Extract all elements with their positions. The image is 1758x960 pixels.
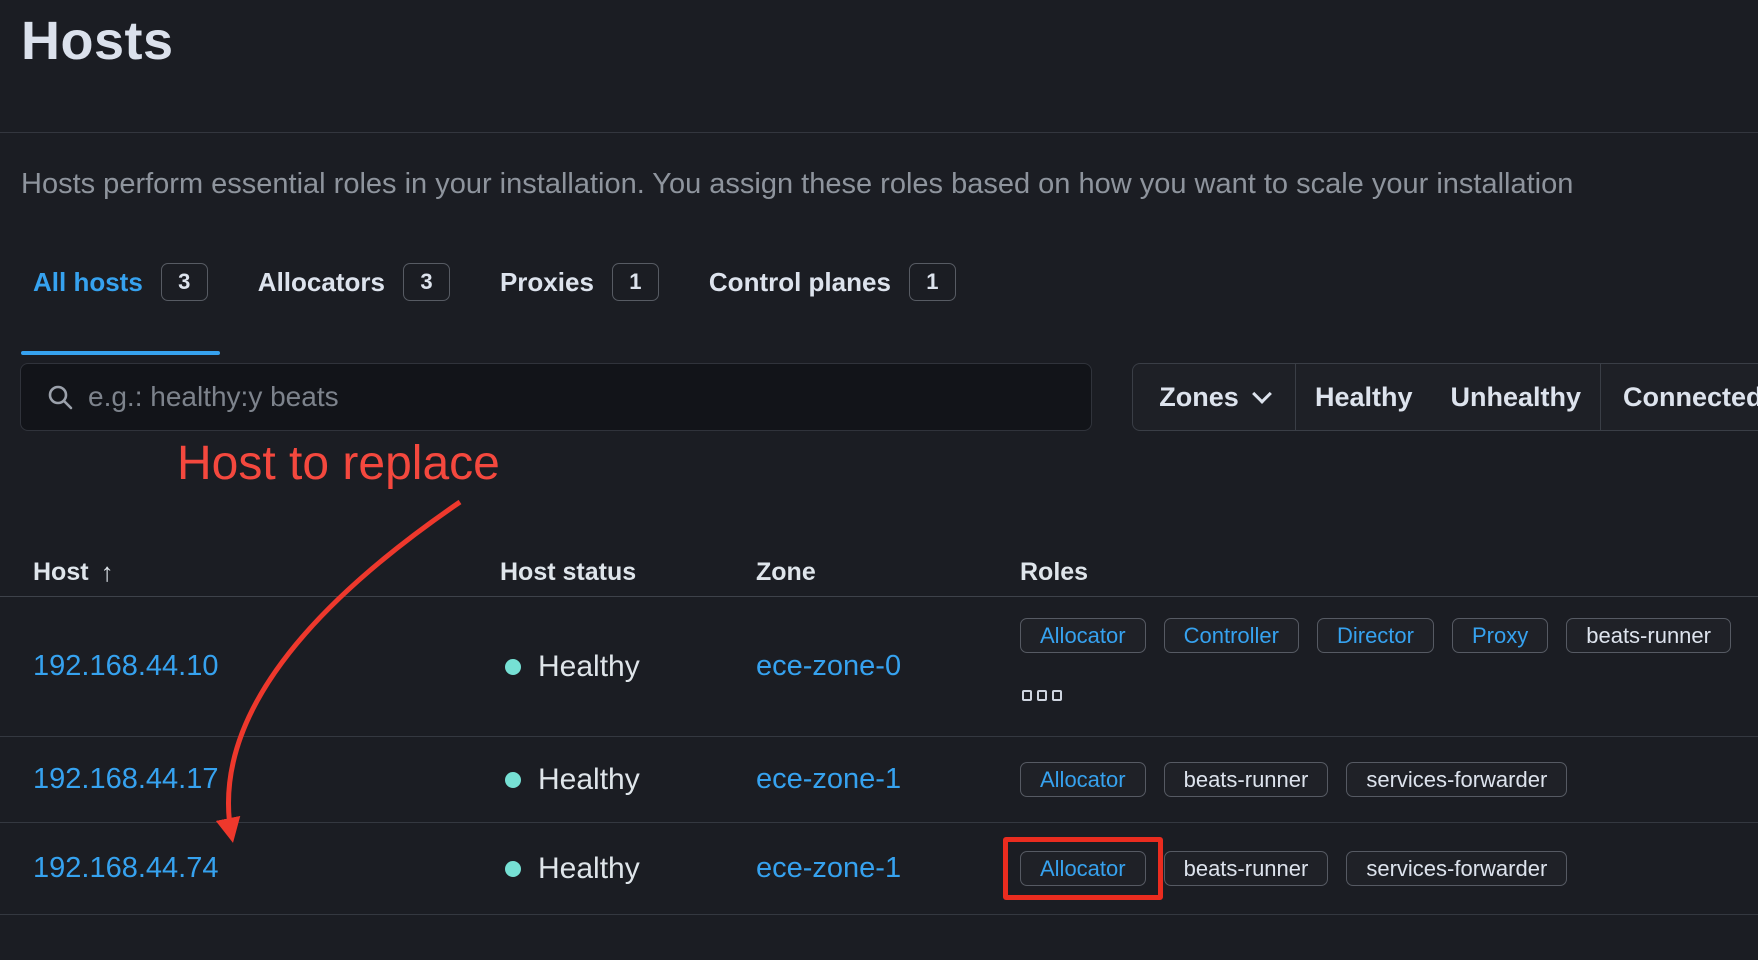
filter-connected-button[interactable]: Connected bbox=[1600, 364, 1758, 430]
active-tab-underline bbox=[21, 351, 220, 355]
table-row: 192.168.44.17 Healthy ece-zone-1 Allocat… bbox=[0, 737, 1758, 823]
status-label: Healthy bbox=[538, 650, 640, 684]
search-box bbox=[20, 363, 1092, 431]
filter-group: Zones Healthy Unhealthy Connected bbox=[1132, 363, 1758, 431]
page-title: Hosts bbox=[21, 10, 174, 72]
hosts-table: Host ↑ Host status Zone Roles 192.168.44… bbox=[0, 548, 1758, 915]
tab-proxies[interactable]: Proxies 1 bbox=[500, 263, 659, 301]
search-input[interactable] bbox=[88, 381, 1073, 413]
zone-link[interactable]: ece-zone-1 bbox=[756, 852, 901, 884]
healthy-dot-icon bbox=[505, 861, 521, 877]
more-roles-icon[interactable] bbox=[1022, 690, 1062, 701]
role-badge-allocator[interactable]: Allocator bbox=[1020, 762, 1146, 797]
sort-ascending-icon: ↑ bbox=[101, 557, 114, 588]
filter-zones-label: Zones bbox=[1159, 382, 1239, 413]
host-link[interactable]: 192.168.44.74 bbox=[33, 852, 218, 884]
role-badge-controller[interactable]: Controller bbox=[1164, 618, 1299, 653]
filter-healthy-button[interactable]: Healthy bbox=[1315, 382, 1413, 413]
role-badge-beats-runner: beats-runner bbox=[1566, 618, 1731, 653]
filter-unhealthy-button[interactable]: Unhealthy bbox=[1450, 382, 1581, 413]
status-label: Healthy bbox=[538, 852, 640, 886]
filter-connected-label: Connected bbox=[1623, 382, 1758, 413]
filter-zones-button[interactable]: Zones bbox=[1133, 364, 1295, 430]
annotation-host-to-replace: Host to replace bbox=[177, 436, 500, 491]
role-badge-services-forwarder: services-forwarder bbox=[1346, 851, 1567, 886]
tab-allocators[interactable]: Allocators 3 bbox=[258, 263, 450, 301]
column-header-host[interactable]: Host ↑ bbox=[33, 557, 500, 588]
table-row: 192.168.44.74 Healthy ece-zone-1 Allocat… bbox=[0, 823, 1758, 915]
roles-badge-line: Allocator Controller Director Proxy beat… bbox=[1020, 618, 1731, 653]
tab-label: Proxies bbox=[500, 267, 594, 298]
tab-label: All hosts bbox=[33, 267, 143, 298]
host-link[interactable]: 192.168.44.17 bbox=[33, 763, 218, 795]
tab-label: Control planes bbox=[709, 267, 891, 298]
zone-link[interactable]: ece-zone-1 bbox=[756, 763, 901, 795]
tab-label: Allocators bbox=[258, 267, 385, 298]
role-badge-beats-runner: beats-runner bbox=[1164, 851, 1329, 886]
tab-control-planes[interactable]: Control planes 1 bbox=[709, 263, 956, 301]
role-badge-beats-runner: beats-runner bbox=[1164, 762, 1329, 797]
status-label: Healthy bbox=[538, 763, 640, 797]
role-badge-director[interactable]: Director bbox=[1317, 618, 1434, 653]
column-header-label: Host bbox=[33, 558, 89, 587]
column-header-host-status: Host status bbox=[500, 558, 756, 587]
zone-link[interactable]: ece-zone-0 bbox=[756, 650, 901, 682]
healthy-dot-icon bbox=[505, 772, 521, 788]
table-row: 192.168.44.10 Healthy ece-zone-0 Allocat… bbox=[0, 597, 1758, 737]
tab-count-badge: 3 bbox=[161, 263, 208, 301]
roles-cell: Allocator beats-runner services-forwarde… bbox=[1020, 762, 1758, 797]
role-badge-services-forwarder: services-forwarder bbox=[1346, 762, 1567, 797]
header-divider bbox=[0, 132, 1758, 133]
filter-status-section: Healthy Unhealthy bbox=[1295, 364, 1600, 430]
role-badge-allocator[interactable]: Allocator bbox=[1020, 618, 1146, 653]
column-header-zone: Zone bbox=[756, 558, 1020, 587]
tab-count-badge: 3 bbox=[403, 263, 450, 301]
column-header-roles: Roles bbox=[1020, 558, 1758, 587]
tab-count-badge: 1 bbox=[612, 263, 659, 301]
healthy-dot-icon bbox=[505, 659, 521, 675]
tab-all-hosts[interactable]: All hosts 3 bbox=[33, 263, 208, 301]
chevron-down-icon bbox=[1252, 384, 1272, 404]
search-icon bbox=[47, 384, 74, 411]
roles-cell: Allocator Controller Director Proxy beat… bbox=[1020, 597, 1758, 736]
role-badge-proxy[interactable]: Proxy bbox=[1452, 618, 1548, 653]
host-link[interactable]: 192.168.44.10 bbox=[33, 650, 218, 682]
table-header-row: Host ↑ Host status Zone Roles bbox=[0, 548, 1758, 597]
tab-count-badge: 1 bbox=[909, 263, 956, 301]
roles-cell: Allocator beats-runner services-forwarde… bbox=[1020, 851, 1758, 886]
page-description: Hosts perform essential roles in your in… bbox=[21, 168, 1758, 201]
tab-bar: All hosts 3 Allocators 3 Proxies 1 Contr… bbox=[33, 262, 956, 302]
host-status-cell: Healthy bbox=[500, 852, 756, 886]
host-status-cell: Healthy bbox=[500, 763, 756, 797]
host-status-cell: Healthy bbox=[500, 650, 756, 684]
role-badge-allocator-highlighted[interactable]: Allocator bbox=[1020, 851, 1146, 886]
